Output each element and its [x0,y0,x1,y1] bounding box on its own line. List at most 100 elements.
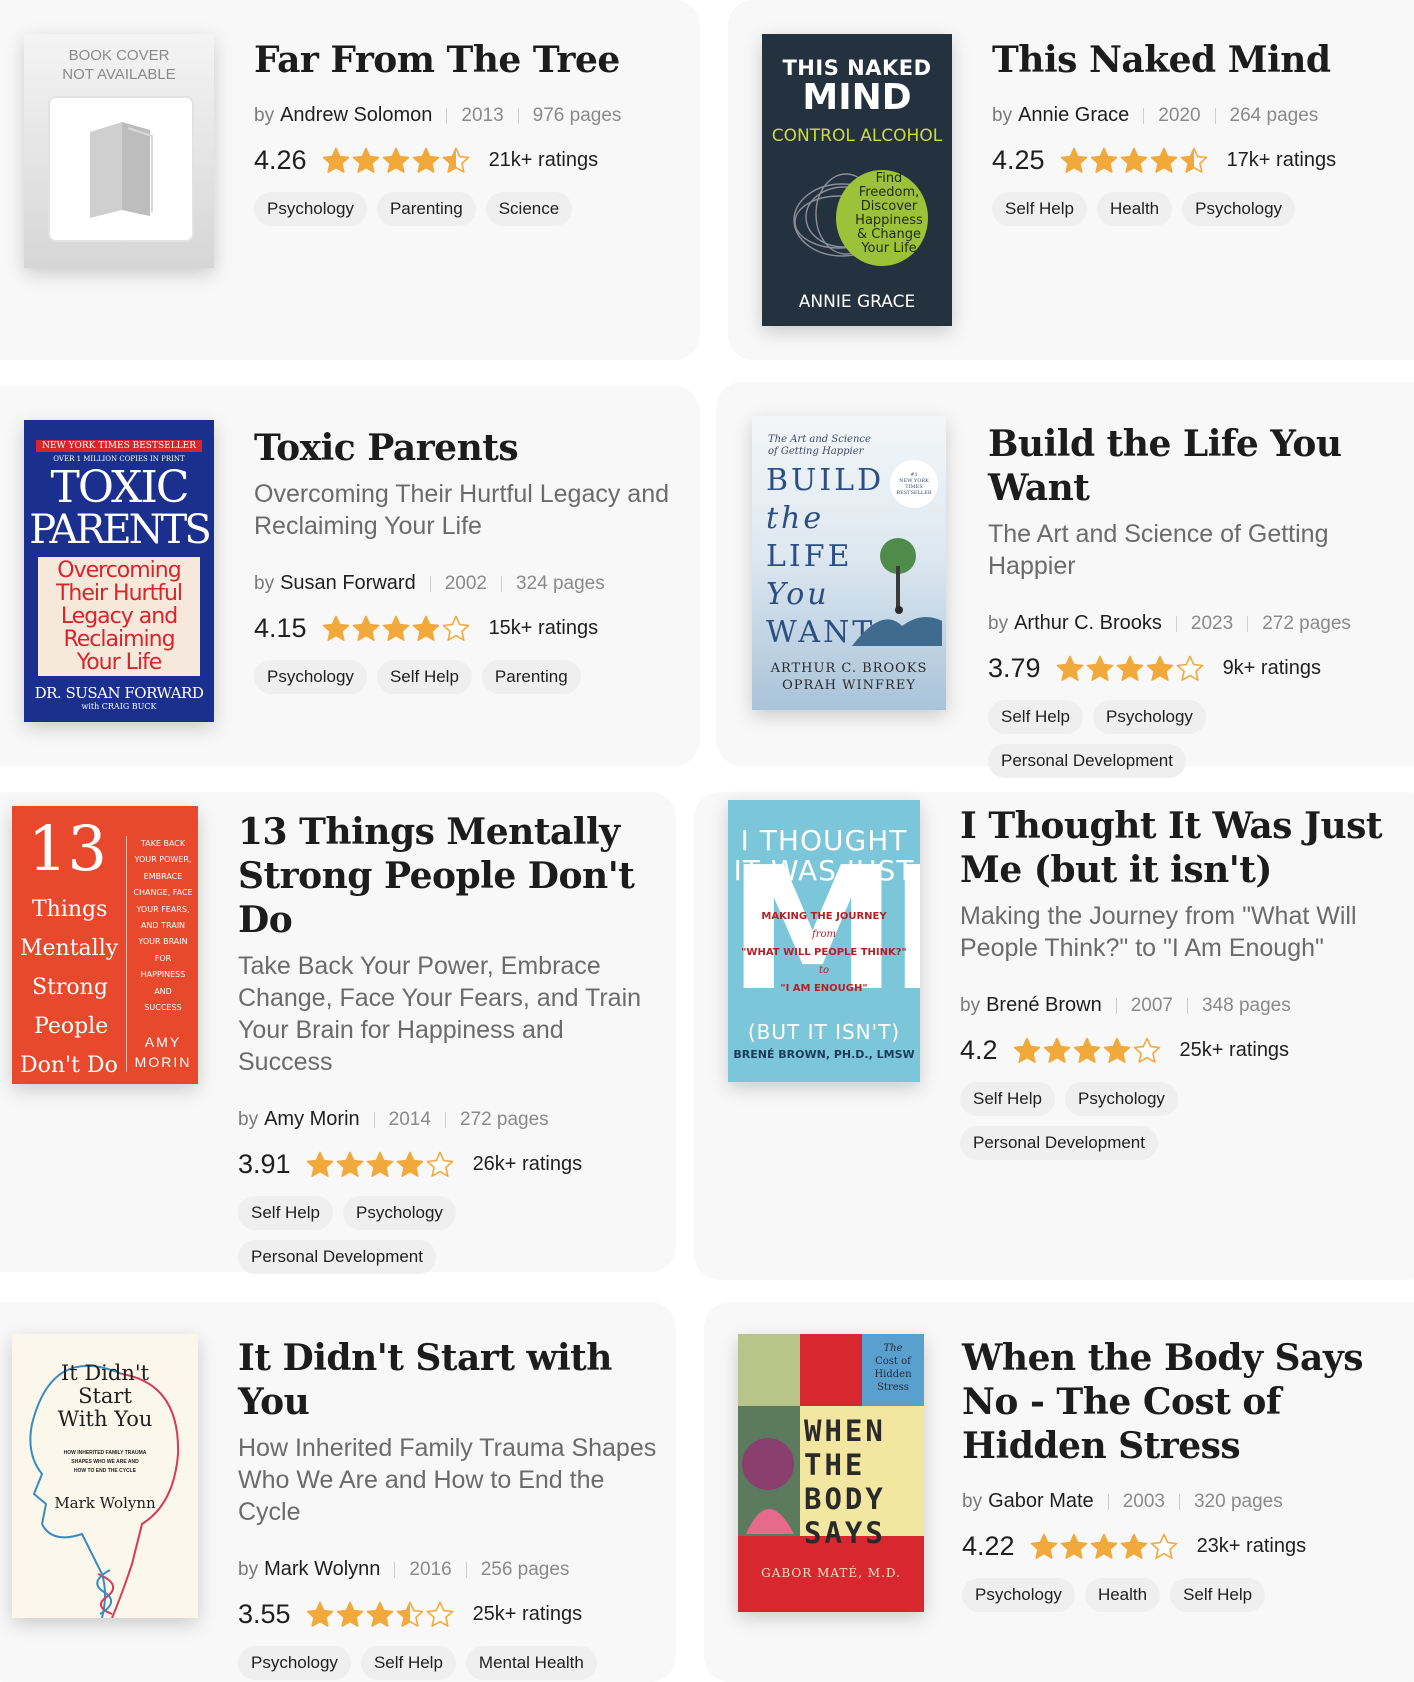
book-title[interactable]: It Didn't Start with You [238,1336,658,1424]
rating-score: 4.15 [254,613,307,643]
rating-row: 4.15 15k+ ratings [254,613,674,644]
book-title[interactable]: This Naked Mind [992,38,1402,82]
ratings-count: 23k+ ratings [1196,1535,1307,1557]
star-full-icon [382,615,409,641]
cover-author: GABOR MATÉ, M.D. [761,1566,901,1580]
author-name[interactable]: Andrew Solomon [280,104,432,127]
cover-title: It Didn't Start With You [57,1361,153,1431]
author-name[interactable]: Annie Grace [1018,104,1129,127]
star-full-icon [1090,1533,1117,1559]
star-full-icon [396,1151,423,1177]
book-subtitle: Overcoming Their Hurtful Legacy and Recl… [254,480,670,540]
divider [1214,107,1216,124]
cover-subtitle-box: Overcoming Their Hurtful Legacy and Reclaim… [38,557,200,676]
star-empty-icon [426,1151,453,1177]
genre-tag[interactable]: Self Help [238,1196,333,1230]
book-subtitle: The Art and Science of Getting Happier [988,520,1329,580]
divider [444,1111,446,1128]
genre-tag[interactable]: Psychology [1182,192,1296,226]
book-title[interactable]: I Thought It Was Just Me (but it isn't) [960,804,1390,892]
genre-tag[interactable]: Psychology [254,192,367,226]
book-title[interactable]: 13 Things Mentally Strong People Don't D… [238,810,658,942]
book-cover[interactable]: It Didn't Start With You HOW INHERITED FAM… [12,1334,198,1618]
divider [465,1561,467,1578]
book-subtitle: Making the Journey from "What Will Peopl… [960,902,1357,962]
genre-tags: Self Help Psychology Personal Development [238,1196,498,1274]
publish-year: 2023 [1190,612,1234,634]
genre-tag[interactable]: Mental Health [465,1646,597,1680]
by-label: by [988,612,1009,634]
book-cover[interactable]: THIS NAKED MIND CONTROL ALCOHOL Find Free… [762,34,952,326]
book-cover[interactable]: 13 Things Mentally Strong People Don't Do TA… [12,806,198,1084]
genre-tag[interactable]: Psychology [254,660,367,694]
book-title[interactable]: Build the Life You Want [988,422,1408,510]
genre-tag[interactable]: Self Help [376,660,472,694]
divider [1107,1493,1109,1510]
cover-text: (BUT IT ISN'T) [747,1020,901,1044]
genre-tag[interactable]: Self Help [360,1646,456,1680]
cover-title: WHEN THE BODY SAYS NO [804,1414,886,1584]
star-rating [1055,654,1205,684]
book-cover[interactable]: The Cost of Hidden Stress WHEN THE BODY SAYS N… [738,1334,924,1612]
genre-tag[interactable]: Parenting [376,192,476,226]
author-name[interactable]: Amy Morin [264,1108,360,1131]
cover-text: 13 [28,812,107,885]
rating-score: 3.91 [238,1149,291,1179]
book-info: Toxic Parents Overcoming Their Hurtful L… [254,426,674,694]
genre-tag[interactable]: Psychology [962,1578,1075,1612]
book-cover[interactable]: ME I THOUGHTIT WAS JUST MAKING THE JOURN… [728,800,920,1082]
genre-tag[interactable]: Personal Development [988,744,1186,778]
book-title[interactable]: Toxic Parents [254,426,674,470]
rating-row: 4.25 17k+ ratings [992,145,1402,176]
book-cover-placeholder[interactable]: BOOK COVER NOT AVAILABLE [24,34,214,268]
book-title[interactable]: When the Body Says No - The Cost of Hidd… [962,1336,1382,1468]
genre-tag[interactable]: Personal Development [238,1240,436,1274]
genre-tag[interactable]: Psychology [342,1196,456,1230]
star-full-icon [352,615,379,641]
divider [1143,107,1145,124]
publish-year: 2007 [1130,994,1173,1016]
cover-text: with CRAIG BUCK [81,702,157,711]
book-cover[interactable]: The Art and Science of Getting Happier #1… [752,416,946,710]
genre-tag[interactable]: Psychology [1064,1082,1178,1116]
star-empty-icon [426,1601,453,1627]
genre-tag[interactable]: Health [1096,192,1173,226]
cover-subtitle: HOW INHERITED FAMILY TRAUMA SHAPES WHO WE… [63,1450,147,1474]
genre-tag[interactable]: Self Help [960,1082,1055,1116]
star-rating [305,1150,455,1180]
genre-tag[interactable]: Health [1084,1578,1161,1612]
genre-tag[interactable]: Personal Development [960,1126,1158,1160]
publish-year: 2016 [409,1558,452,1580]
cover-right-text: TAKE BACK YOUR POWER, EMBRACE CHANGE, FACE Y… [133,839,193,1013]
genre-tag[interactable]: Parenting [481,660,581,694]
genre-tag[interactable]: Psychology [238,1646,351,1680]
divider [1186,997,1188,1014]
genre-tag[interactable]: Self Help [988,700,1083,734]
star-full-icon [306,1151,333,1177]
book-info: This Naked Mind by Annie Grace 2020 264 pag… [992,38,1402,226]
cover-author: ANNIE GRACE [798,292,916,312]
genre-tag[interactable]: Self Help [992,192,1087,226]
rating-row: 4.2 25k+ ratings [960,1035,1390,1066]
divider [1178,1493,1180,1510]
author-name[interactable]: Gabor Mate [988,1490,1094,1513]
rating-score: 4.2 [960,1035,998,1065]
ratings-count: 15k+ ratings [488,617,599,639]
star-full-icon [1030,1533,1057,1559]
page-count: 324 pages [515,572,605,594]
author-name[interactable]: Arthur C. Brooks [1014,612,1162,635]
publish-year: 2013 [461,104,504,126]
star-full-icon [306,1601,333,1627]
author-name[interactable]: Susan Forward [280,572,416,595]
author-name[interactable]: Mark Wolynn [264,1558,380,1581]
star-half-icon [396,1601,423,1627]
genre-tag[interactable]: Self Help [1170,1578,1266,1612]
genre-tag[interactable]: Science [485,192,573,226]
cover-blob-text: Find Freedom, Discover Happiness & Change You… [855,171,923,256]
cover-text: BOOK COVER NOT AVAILABLE [62,47,176,83]
book-title[interactable]: Far From The Tree [254,38,694,82]
author-name[interactable]: Brené Brown [986,994,1102,1017]
genre-tag[interactable]: Psychology [1092,700,1206,734]
book-cover[interactable]: NEW YORK TIMES BESTSELLER OVER 1 MILLION… [24,420,214,722]
star-full-icon [1013,1037,1040,1063]
